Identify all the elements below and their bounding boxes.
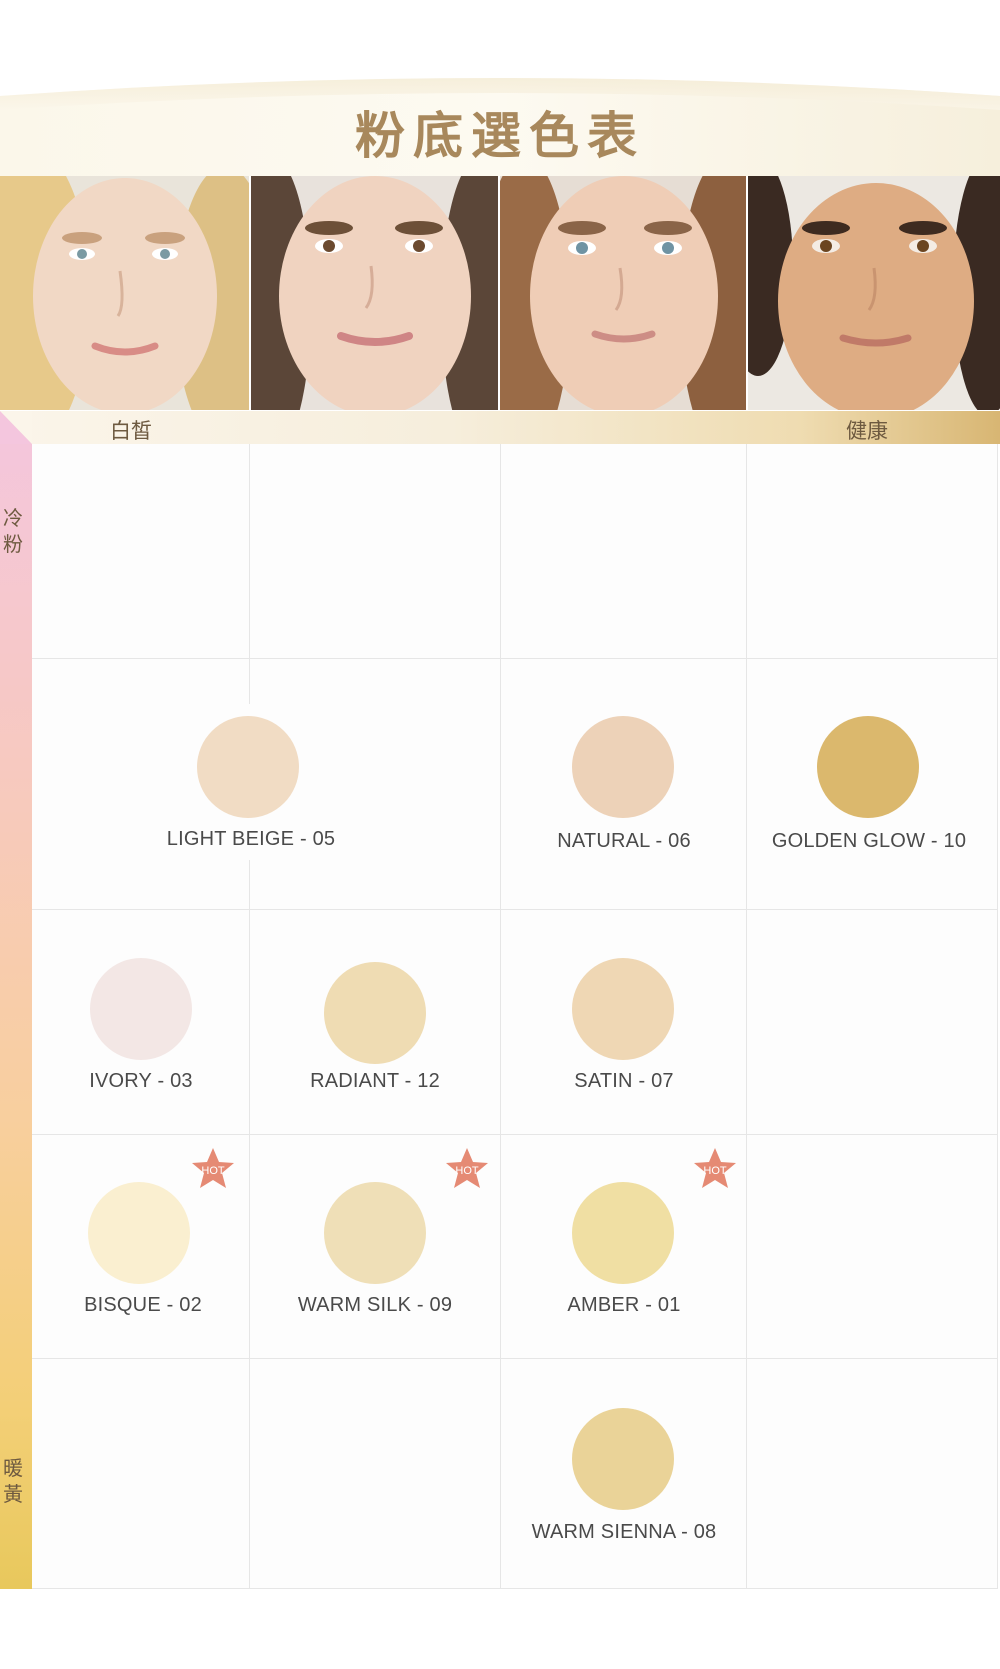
hot-badge-label: HOT: [703, 1165, 727, 1177]
portrait-light: [251, 176, 498, 410]
shade-label-warm-silk: WARM SILK - 09: [297, 1294, 453, 1316]
shade-swatch-radiant[interactable]: [324, 962, 426, 1064]
portrait-medium: [500, 176, 746, 410]
grid-divider: [32, 658, 998, 659]
portrait-fair: [0, 176, 249, 410]
portrait-row: [0, 176, 1000, 410]
shade-swatch-natural[interactable]: [572, 716, 674, 818]
tone-label-healthy: 健康: [846, 419, 888, 443]
hot-star-icon: HOT: [694, 1148, 736, 1188]
shade-swatch-ivory[interactable]: [90, 958, 192, 1060]
grid-divider: [997, 444, 998, 1589]
grid-divider: [32, 909, 998, 910]
shade-label-satin: SATIN - 07: [574, 1070, 674, 1092]
shade-label-natural: NATURAL - 06: [557, 830, 691, 852]
shade-swatch-warm-sienna[interactable]: [572, 1408, 674, 1510]
shade-label-radiant: RADIANT - 12: [310, 1070, 440, 1092]
shade-label-golden-glow: GOLDEN GLOW - 10: [771, 830, 967, 852]
grid-divider: [500, 444, 501, 1589]
shade-swatch-bisque[interactable]: [88, 1182, 190, 1284]
shade-swatch-light-beige[interactable]: [197, 716, 299, 818]
undertone-axis: [0, 411, 32, 1589]
grid-divider: [32, 1134, 998, 1135]
shade-swatch-satin[interactable]: [572, 958, 674, 1060]
axis-corner: [0, 411, 32, 444]
portrait-tan: [748, 176, 1000, 410]
shade-swatch-warm-silk[interactable]: [324, 1182, 426, 1284]
shade-label-bisque: BISQUE - 02: [84, 1294, 202, 1316]
grid-divider: [32, 1358, 998, 1359]
grid-divider: [249, 444, 250, 704]
shade-label-ivory: IVORY - 03: [89, 1070, 193, 1092]
page-title: 粉底選色表: [355, 107, 645, 165]
shade-swatch-golden-glow[interactable]: [817, 716, 919, 818]
undertone-label-cool: 冷粉: [3, 506, 23, 556]
hot-badge-label: HOT: [455, 1165, 479, 1177]
shade-label-warm-sienna: WARM SIENNA - 08: [531, 1521, 717, 1543]
shade-label-light-beige: LIGHT BEIGE - 05: [166, 828, 336, 850]
undertone-label-warm: 暖黃: [3, 1456, 23, 1506]
shade-swatch-amber[interactable]: [572, 1182, 674, 1284]
hot-star-icon: HOT: [446, 1148, 488, 1188]
shade-label-amber: AMBER - 01: [567, 1294, 681, 1316]
grid-divider: [249, 860, 250, 1589]
hot-badge-label: HOT: [201, 1165, 225, 1177]
tone-label-fair: 白皙: [110, 419, 152, 443]
grid-divider: [746, 444, 747, 1589]
grid-divider: [32, 1588, 998, 1589]
title-banner: 粉底選色表: [0, 70, 1000, 176]
hot-star-icon: HOT: [192, 1148, 234, 1188]
skin-tone-axis: 白皙 健康: [0, 411, 1000, 444]
